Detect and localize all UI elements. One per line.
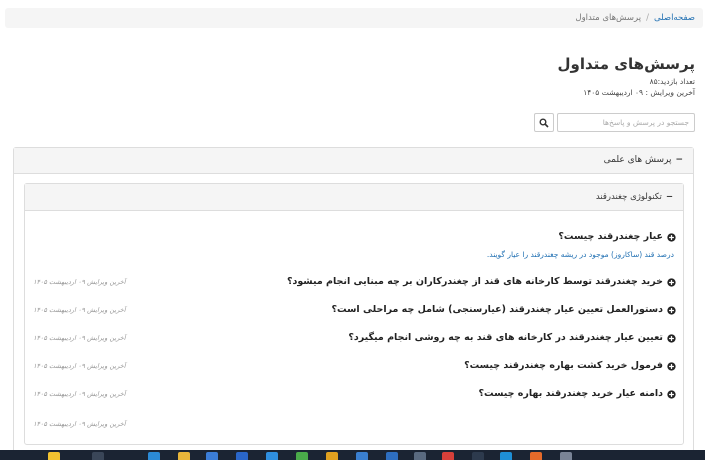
browser-icon[interactable] — [148, 452, 160, 460]
faq-item[interactable]: دامنه عیار خرید چغندرقند بهاره چیست؟ آخر… — [25, 385, 685, 403]
faq-last-edited: آخرین ویرایش ۰۹ اردیبهشت ۱۴۰۵ — [33, 306, 126, 314]
faq-question-text: دستورالعمل تعیین عیار چغندرقند (عیارسنجی… — [331, 304, 663, 315]
faq-question-text: خرید چغندرقند توسط کارخانه های قند از چغ… — [286, 276, 663, 287]
search-bar — [534, 113, 695, 132]
faq-question-text: تعیین عیار چغندرقند در کارخانه های قند ب… — [348, 332, 663, 343]
expand-plus-icon — [667, 305, 676, 315]
app-icon[interactable] — [266, 452, 278, 460]
faq-question[interactable]: تعیین عیار چغندرقند در کارخانه های قند ب… — [348, 329, 676, 347]
app-icon[interactable] — [530, 452, 542, 460]
faq-answer: درصد قند (ساکاروز) موجود در ریشه چغندرقن… — [486, 250, 674, 259]
subcategory-label: تکنولوژی چغندرقند — [595, 192, 662, 202]
subcategory-panel: −تکنولوژی چغندرقند عیار چغندرقند چیست؟ د… — [24, 183, 684, 445]
faq-item[interactable]: دستورالعمل تعیین عیار چغندرقند (عیارسنجی… — [25, 301, 685, 319]
faq-question[interactable]: دستورالعمل تعیین عیار چغندرقند (عیارسنجی… — [332, 301, 676, 319]
collapse-icon: − — [675, 155, 683, 165]
breadcrumb: صفحه‌اصلی / پرسش‌های متداول — [5, 8, 703, 28]
app-icon[interactable] — [326, 452, 338, 460]
visit-count: تعداد بازدید:۸۵ — [649, 77, 695, 86]
search-icon — [539, 118, 549, 128]
subcategory-heading[interactable]: −تکنولوژی چغندرقند — [25, 184, 683, 211]
faq-question[interactable]: دامنه عیار خرید چغندرقند بهاره چیست؟ — [479, 385, 676, 403]
faq-last-edited: آخرین ویرایش ۰۹ اردیبهشت ۱۴۰۵ — [33, 334, 126, 342]
faq-question[interactable]: عیار چغندرقند چیست؟ — [558, 228, 676, 246]
faq-question-text: فرمول خرید کشت بهاره چغندرقند چیست؟ — [464, 360, 663, 371]
app-icon[interactable] — [296, 452, 308, 460]
page-title: پرسش‌های متداول — [557, 55, 695, 73]
expand-plus-icon — [667, 361, 676, 371]
expand-plus-icon — [667, 277, 676, 287]
faq-question-text: دامنه عیار خرید چغندرقند بهاره چیست؟ — [478, 388, 663, 399]
faq-item[interactable]: تعیین عیار چغندرقند در کارخانه های قند ب… — [25, 329, 685, 347]
search-input[interactable] — [557, 113, 695, 132]
app-icon[interactable] — [472, 452, 484, 460]
app-icon[interactable] — [386, 452, 398, 460]
app-icon[interactable] — [414, 452, 426, 460]
expand-plus-icon — [667, 232, 676, 242]
faq-item[interactable]: خرید چغندرقند توسط کارخانه های قند از چغ… — [25, 273, 685, 291]
app-icon[interactable] — [560, 452, 572, 460]
faq-item[interactable]: فرمول خرید کشت بهاره چغندرقند چیست؟ آخری… — [25, 357, 685, 375]
collapse-icon: − — [665, 192, 673, 202]
faq-last-edited: آخرین ویرایش ۰۹ اردیبهشت ۱۴۰۵ — [33, 362, 126, 370]
faq-last-edited: آخرین ویرایش ۰۹ اردیبهشت ۱۴۰۵ — [33, 390, 126, 398]
page-header: پرسش‌های متداول تعداد بازدید:۸۵ آخرین وی… — [55, 52, 695, 98]
app-icon[interactable] — [356, 452, 368, 460]
breadcrumb-separator: / — [646, 13, 649, 23]
category-label: پرسش های علمی — [603, 155, 672, 165]
faq-question[interactable]: فرمول خرید کشت بهاره چغندرقند چیست؟ — [464, 357, 676, 375]
last-edited: آخرین ویرایش : ۰۹ اردیبهشت ۱۴۰۵ — [583, 88, 695, 97]
faq-question[interactable]: خرید چغندرقند توسط کارخانه های قند از چغ… — [287, 273, 676, 291]
weather-icon[interactable] — [48, 452, 60, 460]
app-icon[interactable] — [236, 452, 248, 460]
expand-plus-icon — [667, 333, 676, 343]
folder-icon[interactable] — [178, 452, 190, 460]
search-taskbar-icon[interactable] — [92, 452, 104, 460]
app-icon[interactable] — [442, 452, 454, 460]
expand-plus-icon — [667, 389, 676, 399]
app-icon[interactable] — [500, 452, 512, 460]
taskbar — [0, 450, 705, 460]
faq-item[interactable]: عیار چغندرقند چیست؟ — [25, 228, 685, 246]
breadcrumb-current: پرسش‌های متداول — [575, 13, 642, 23]
search-button[interactable] — [534, 113, 554, 132]
category-heading[interactable]: −پرسش های علمی — [14, 148, 693, 174]
store-icon[interactable] — [206, 452, 218, 460]
breadcrumb-home-link[interactable]: صفحه‌اصلی — [654, 13, 695, 23]
category-panel: −پرسش های علمی −تکنولوژی چغندرقند عیار چ… — [13, 147, 694, 460]
faq-question-text: عیار چغندرقند چیست؟ — [558, 231, 663, 242]
faq-last-edited: آخرین ویرایش ۰۹ اردیبهشت ۱۴۰۵ — [33, 420, 126, 428]
faq-last-edited: آخرین ویرایش ۰۹ اردیبهشت ۱۴۰۵ — [33, 278, 126, 286]
